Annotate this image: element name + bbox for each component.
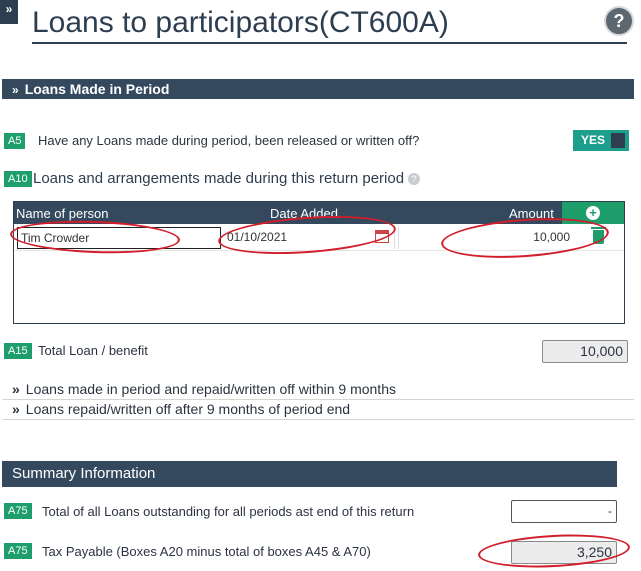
box-code-a5: A5	[4, 133, 26, 149]
column-header-name: Name of person	[16, 206, 109, 221]
box-code-a10: A10	[4, 171, 32, 187]
person-name-input[interactable]: Tim Crowder	[17, 227, 221, 249]
column-header-date: Date Added	[270, 206, 338, 221]
section-repaid-after-9-months[interactable]: » Loans repaid/written off after 9 months…	[2, 400, 634, 420]
section-label: Loans made in period and repaid/written …	[25, 381, 396, 397]
date-added-input[interactable]: 01/10/2021	[225, 227, 395, 249]
help-icon[interactable]: ?	[604, 6, 634, 36]
table-row: Tim Crowder 01/10/2021 10,000	[14, 225, 624, 251]
sidebar-toggle-button[interactable]: »	[0, 0, 18, 24]
chevron-right-icon: »	[12, 401, 20, 417]
calendar-icon[interactable]	[375, 230, 389, 243]
loan-table-header: Name of person Date Added Amount	[14, 202, 562, 224]
summary-outstanding-label: Total of all Loans outstanding for all p…	[42, 504, 415, 519]
outstanding-loans-input[interactable]: -	[511, 500, 617, 523]
section-header-loans-made[interactable]: » Loans Made in Period	[2, 79, 634, 99]
section-repaid-within-9-months[interactable]: » Loans made in period and repaid/written…	[2, 380, 634, 400]
plus-circle-icon: +	[586, 206, 600, 220]
trash-icon[interactable]	[591, 227, 606, 244]
a10-title: Loans and arrangements made during this …	[33, 170, 421, 187]
section-label: Loans repaid/written off after 9 months …	[25, 401, 351, 417]
box-code-a15: A15	[4, 343, 32, 359]
toggle-knob	[611, 133, 625, 148]
chevron-right-icon: »	[12, 381, 20, 397]
a10-title-text: Loans and arrangements made during this …	[33, 170, 405, 187]
add-row-button[interactable]: +	[562, 202, 624, 224]
a5-question: Have any Loans made during period, been …	[38, 133, 420, 148]
summary-tax-label: Tax Payable (Boxes A20 minus total of bo…	[42, 544, 371, 559]
a5-yes-toggle[interactable]: YES	[573, 130, 629, 151]
section-title: Loans Made in Period	[24, 81, 170, 97]
summary-header: Summary Information	[2, 461, 617, 487]
a15-label: Total Loan / benefit	[38, 343, 148, 358]
amount-input[interactable]: 10,000	[398, 227, 573, 249]
total-loan-value: 10,000	[542, 340, 628, 363]
box-code-a75: A75	[4, 543, 32, 559]
tax-payable-value: 3,250	[511, 541, 617, 564]
box-code-a75: A75	[4, 503, 32, 519]
page-title: Loans to participators(CT600A)	[32, 4, 627, 44]
column-header-amount: Amount	[509, 206, 554, 221]
chevron-down-icon: »	[12, 83, 19, 97]
info-icon[interactable]: ?	[408, 173, 421, 186]
toggle-label: YES	[581, 133, 606, 147]
loan-table: Name of person Date Added Amount + Tim C…	[13, 201, 625, 324]
